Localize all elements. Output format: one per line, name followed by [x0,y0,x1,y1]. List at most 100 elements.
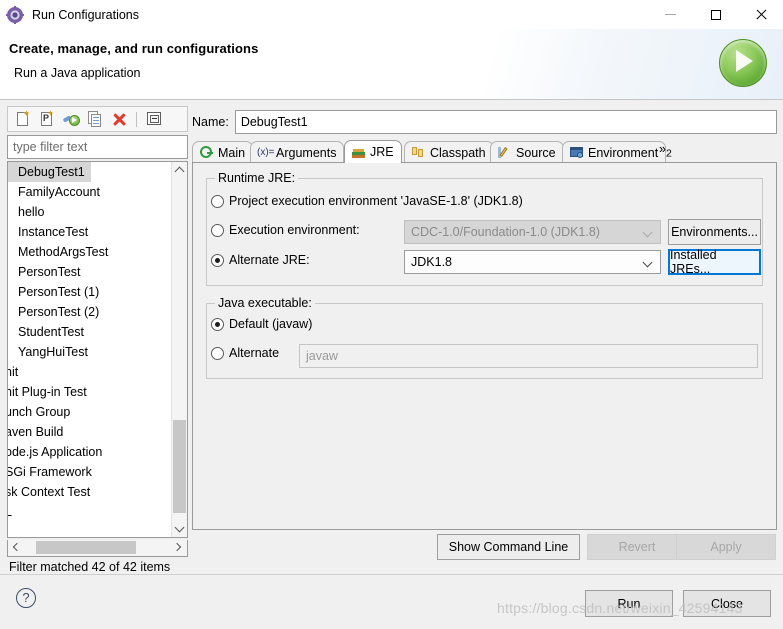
classpath-icon [411,145,426,160]
configurations-toolbar: + P + [7,106,188,132]
scroll-down-icon[interactable] [172,521,187,537]
tab-label: Arguments [276,145,337,160]
run-configurations-dialog: Run Configurations Create, manage, and r… [0,0,783,629]
execution-environment-combo: CDC-1.0/Foundation-1.0 (JDK1.8) [404,220,661,244]
list-item[interactable]: PersonTest (2) [8,302,172,322]
collapse-all-icon[interactable] [144,109,164,129]
maximize-button[interactable] [693,0,738,29]
radio-icon [211,253,224,267]
list-item[interactable]: SGi Framework [8,462,172,482]
revert-button: Revert [587,534,687,560]
radio-icon [211,317,224,331]
alternate-executable-input[interactable]: javaw [299,344,758,368]
radio-label: Alternate [229,346,280,360]
tree-vertical-scrollbar[interactable] [171,162,187,537]
help-question-icon[interactable]: ? [16,588,37,609]
page-title: Create, manage, and run configurations [9,41,259,56]
list-item[interactable]: unch Group [8,402,172,422]
runtime-jre-group: Runtime JRE: Project execution environme… [206,171,763,286]
minimize-button[interactable] [648,0,693,29]
new-configuration-icon[interactable]: + [13,109,33,129]
radio-alternate-jre[interactable]: Alternate JRE: [211,253,310,267]
tab-label: Environment [588,145,659,160]
tab-jre[interactable]: JRE [344,140,402,163]
scroll-up-icon[interactable] [172,162,187,178]
button-label: Environments... [671,225,758,239]
footer-separator [0,574,783,575]
radio-icon [211,194,224,208]
list-item[interactable]: InstanceTest [8,222,172,242]
tab-environment[interactable]: Environment [562,141,667,163]
list-item[interactable]: PersonTest [8,262,172,282]
close-dialog-button[interactable]: Close [683,590,771,617]
radio-icon [211,346,224,360]
java-executable-group-label: Java executable: [215,296,315,310]
title-bar: Run Configurations [0,0,783,29]
window-title: Run Configurations [32,7,140,22]
runtime-jre-group-label: Runtime JRE: [215,171,299,185]
radio-icon [211,223,224,237]
combo-value: CDC-1.0/Foundation-1.0 (JDK1.8) [411,225,600,239]
tab-label: Main [218,145,246,160]
close-button[interactable] [738,0,783,29]
list-item[interactable]: hello [8,202,172,222]
button-label: Run [617,596,641,611]
show-command-line-button[interactable]: Show Command Line [437,534,580,560]
window-controls [648,0,783,29]
list-item[interactable]: YangHuiTest [8,342,172,362]
button-label: Revert [618,540,656,554]
list-item-label: DebugTest1 [8,162,91,182]
list-item[interactable]: L [8,502,172,522]
configurations-panel: + P + type filter text DebugTest1 Family… [7,106,188,574]
radio-label: Alternate JRE: [229,253,310,267]
list-item[interactable]: FamilyAccount [8,182,172,202]
environments-button[interactable]: Environments... [668,219,761,245]
new-prototype-icon[interactable]: P + [37,109,57,129]
environment-icon [569,145,584,160]
maximize-icon [710,9,721,20]
list-item[interactable]: aven Build [8,422,172,442]
radio-execution-environment[interactable]: Execution environment: [211,223,360,237]
list-item[interactable]: StudentTest [8,322,172,342]
run-button[interactable]: Run [585,590,673,617]
run-configurations-icon [6,5,24,24]
java-main-icon [199,145,214,160]
tab-classpath[interactable]: Classpath [404,141,494,163]
button-label: Installed JREs... [670,248,717,276]
filter-input[interactable]: type filter text [7,135,188,159]
page-subtitle: Run a Java application [14,66,141,80]
tab-overflow-chevron-icon[interactable]: »2 [659,142,672,160]
radio-project-execution-environment[interactable]: Project execution environment 'JavaSE-1.… [211,194,523,208]
list-item[interactable]: nit [8,362,172,382]
tab-source[interactable]: Source [490,141,564,163]
list-item[interactable]: sk Context Test [8,482,172,502]
name-input[interactable]: DebugTest1 [234,110,777,134]
header-banner: Create, manage, and run configurations R… [0,29,783,100]
tab-main[interactable]: Main [192,141,254,163]
tab-bar: Main (x)= Arguments JRE Classpath Source [192,140,777,163]
list-item[interactable]: nit Plug-in Test [8,382,172,402]
tree-horizontal-scrollbar[interactable] [7,540,188,557]
radio-default-javaw[interactable]: Default (javaw) [211,317,312,331]
configurations-tree[interactable]: DebugTest1 FamilyAccount hello InstanceT… [7,161,188,538]
tab-arguments[interactable]: (x)= Arguments [250,141,345,163]
delete-icon[interactable] [109,109,129,129]
list-item[interactable]: PersonTest (1) [8,282,172,302]
chevron-down-icon [642,257,653,268]
tab-overflow-count: 2 [665,148,672,160]
scroll-thumb[interactable] [173,420,186,513]
scroll-left-icon[interactable] [8,540,24,555]
button-label: Apply [710,540,742,554]
list-item[interactable]: DebugTest1 [8,162,172,182]
filter-status-text: Filter matched 42 of 42 items [9,560,171,574]
hscroll-thumb[interactable] [36,541,136,554]
list-item[interactable]: MethodArgsTest [8,242,172,262]
scroll-right-icon[interactable] [171,540,187,555]
tab-label: JRE [370,145,394,159]
export-run-icon[interactable] [61,109,81,129]
alternate-jre-combo[interactable]: JDK1.8 [404,250,661,274]
list-item[interactable]: ode.js Application [8,442,172,462]
radio-alternate-executable[interactable]: Alternate [211,346,279,360]
duplicate-icon[interactable] [85,109,105,129]
installed-jres-button[interactable]: Installed JREs... [668,248,761,276]
